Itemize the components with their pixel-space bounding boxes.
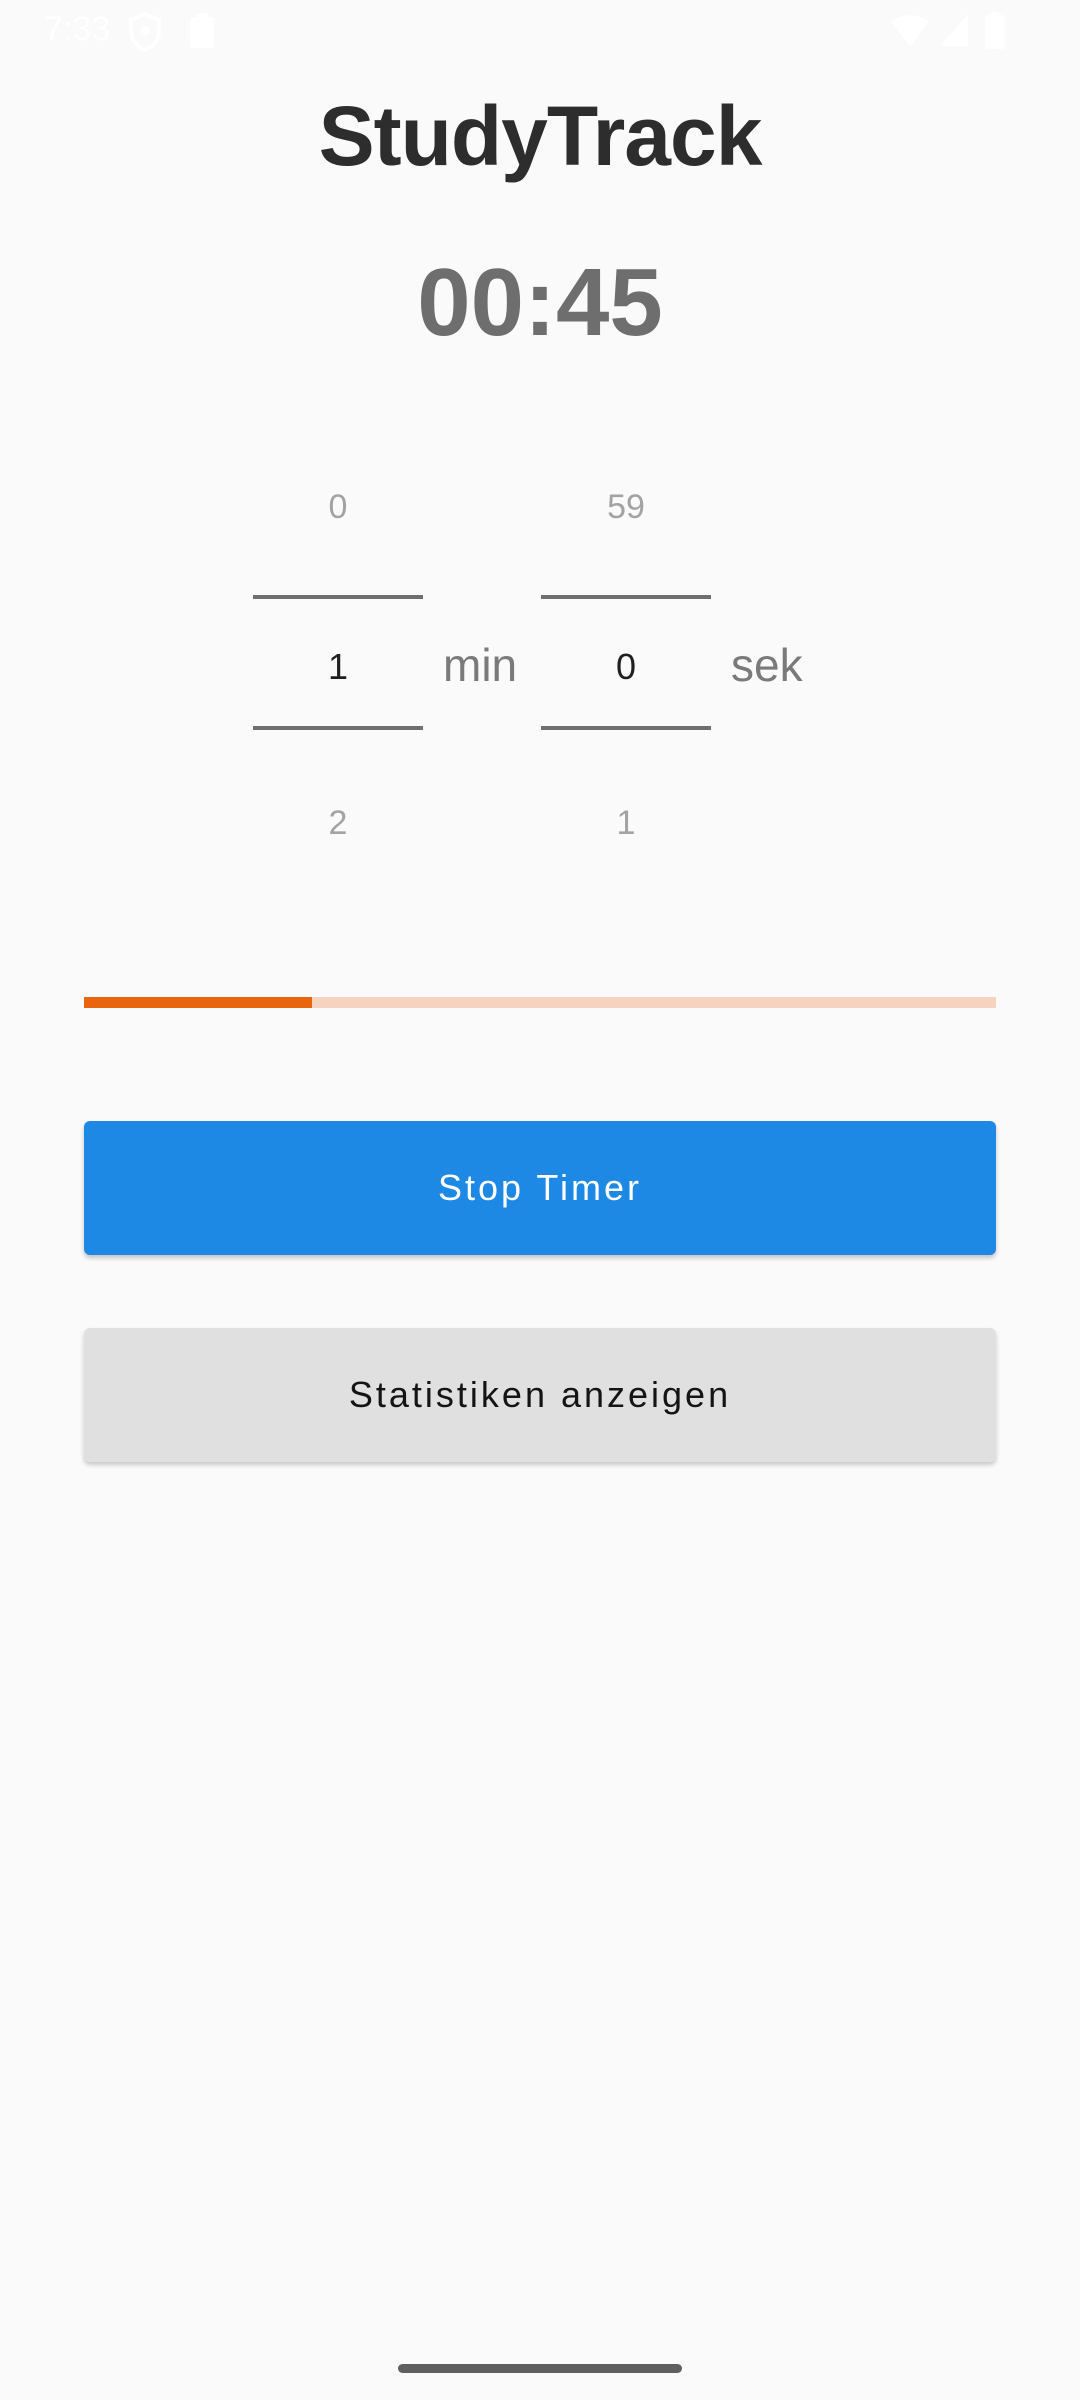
picker-divider bbox=[253, 726, 423, 730]
seconds-picker[interactable]: 59 0 1 bbox=[541, 460, 711, 860]
picker-divider bbox=[541, 726, 711, 730]
clipboard-icon bbox=[188, 12, 216, 55]
status-bar: 7:33 bbox=[0, 0, 1080, 64]
stop-timer-button[interactable]: Stop Timer bbox=[84, 1121, 996, 1255]
picker-divider bbox=[253, 595, 423, 599]
seconds-prev-value[interactable]: 59 bbox=[541, 488, 711, 527]
signal-icon bbox=[938, 12, 970, 53]
minutes-prev-value[interactable]: 0 bbox=[253, 488, 423, 527]
home-indicator[interactable] bbox=[398, 2364, 682, 2373]
battery-icon bbox=[984, 12, 1006, 55]
show-statistics-button[interactable]: Statistiken anzeigen bbox=[84, 1328, 996, 1462]
timer-progress-fill bbox=[84, 997, 312, 1008]
picker-divider bbox=[541, 595, 711, 599]
seconds-current-value[interactable]: 0 bbox=[541, 646, 711, 688]
timer-progress-bar bbox=[84, 997, 996, 1008]
app-title: StudyTrack bbox=[318, 89, 763, 183]
minutes-next-value[interactable]: 2 bbox=[253, 804, 423, 843]
app-screen: 7:33 StudyTrack 00:45 0 1 2 min 59 0 1 s… bbox=[0, 0, 1080, 2400]
minutes-unit-label: min bbox=[443, 639, 518, 691]
seconds-unit-label: sek bbox=[731, 639, 803, 691]
seconds-next-value[interactable]: 1 bbox=[541, 804, 711, 843]
minutes-current-value[interactable]: 1 bbox=[253, 646, 423, 688]
shield-icon bbox=[128, 11, 162, 57]
wifi-icon bbox=[890, 12, 930, 53]
status-time: 7:33 bbox=[44, 10, 111, 48]
timer-display: 00:45 bbox=[417, 249, 663, 356]
minutes-picker[interactable]: 0 1 2 bbox=[253, 460, 423, 860]
